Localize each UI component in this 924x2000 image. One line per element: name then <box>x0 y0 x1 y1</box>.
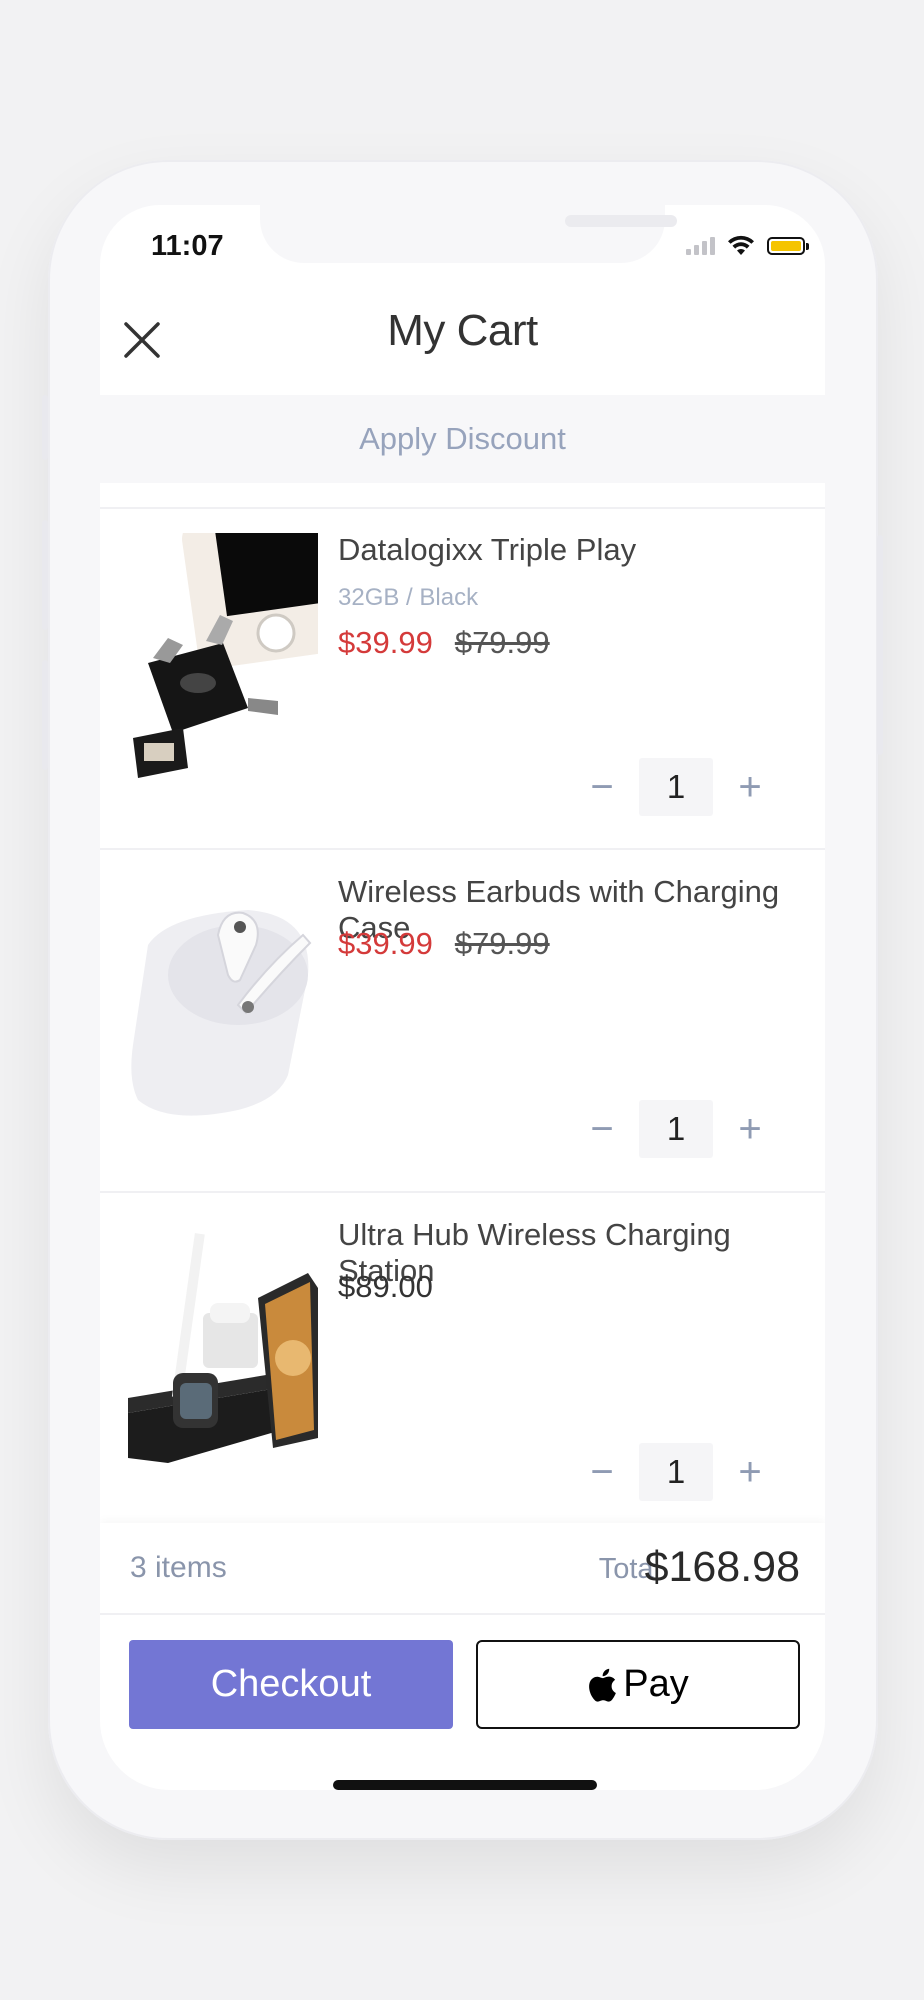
checkout-button[interactable]: Checkout <box>129 1640 453 1729</box>
decrease-quantity-button[interactable]: − <box>565 1443 639 1501</box>
increase-quantity-button[interactable]: + <box>713 1443 787 1501</box>
battery-icon <box>767 237 809 255</box>
increase-quantity-button[interactable]: + <box>713 758 787 816</box>
header: My Cart <box>100 300 825 395</box>
sale-price: $39.99 <box>338 926 433 961</box>
app-screen: 11:07 My Cart Apply Discount Datalogixx … <box>100 205 825 1790</box>
notch <box>260 205 677 263</box>
quantity-value: 1 <box>639 1443 713 1501</box>
divider <box>100 1613 825 1615</box>
items-count: 3 items <box>130 1551 227 1584</box>
apply-discount-button[interactable]: Apply Discount <box>100 395 825 483</box>
checkout-footer: 3 items Total $168.98 Checkout Pay <box>100 1523 825 1790</box>
phone-side-button <box>877 535 883 755</box>
price-row: $39.99 $79.99 <box>338 625 550 661</box>
sale-price: $39.99 <box>338 625 433 660</box>
phone-side-button <box>42 660 48 770</box>
product-variant: 32GB / Black <box>338 584 479 611</box>
price-row: $89.00 <box>338 1269 433 1305</box>
price-row: $39.99 $79.99 <box>338 926 550 962</box>
status-icons <box>686 235 809 257</box>
wifi-icon <box>728 235 754 255</box>
product-name[interactable]: Datalogixx Triple Play <box>338 532 636 568</box>
quantity-stepper: − 1 + <box>565 1100 787 1158</box>
increase-quantity-button[interactable]: + <box>713 1100 787 1158</box>
quantity-stepper: − 1 + <box>565 758 787 816</box>
total-value: $168.98 <box>644 1543 800 1591</box>
apple-pay-button[interactable]: Pay <box>476 1640 800 1729</box>
status-time: 11:07 <box>151 230 224 262</box>
product-image <box>128 1218 318 1468</box>
speaker <box>565 215 677 227</box>
apple-pay-label: Pay <box>623 1663 689 1705</box>
cart-item: Datalogixx Triple Play 32GB / Black $39.… <box>100 508 825 848</box>
cart-item: Ultra Hub Wireless Charging Station $89.… <box>100 1193 825 1533</box>
cart-item: Wireless Earbuds with Charging Case $39.… <box>100 850 825 1190</box>
phone-side-button <box>42 520 48 630</box>
decrease-quantity-button[interactable]: − <box>565 758 639 816</box>
home-indicator <box>333 1780 597 1790</box>
quantity-value: 1 <box>639 1100 713 1158</box>
quantity-value: 1 <box>639 758 713 816</box>
phone-side-button <box>42 395 48 460</box>
price: $89.00 <box>338 1269 433 1304</box>
original-price: $79.99 <box>454 926 550 961</box>
apple-icon <box>589 1668 617 1702</box>
quantity-stepper: − 1 + <box>565 1443 787 1501</box>
product-image <box>128 533 318 783</box>
product-image <box>128 875 318 1125</box>
signal-icon <box>686 237 715 255</box>
page-title: My Cart <box>387 306 538 355</box>
original-price: $79.99 <box>454 625 550 660</box>
decrease-quantity-button[interactable]: − <box>565 1100 639 1158</box>
